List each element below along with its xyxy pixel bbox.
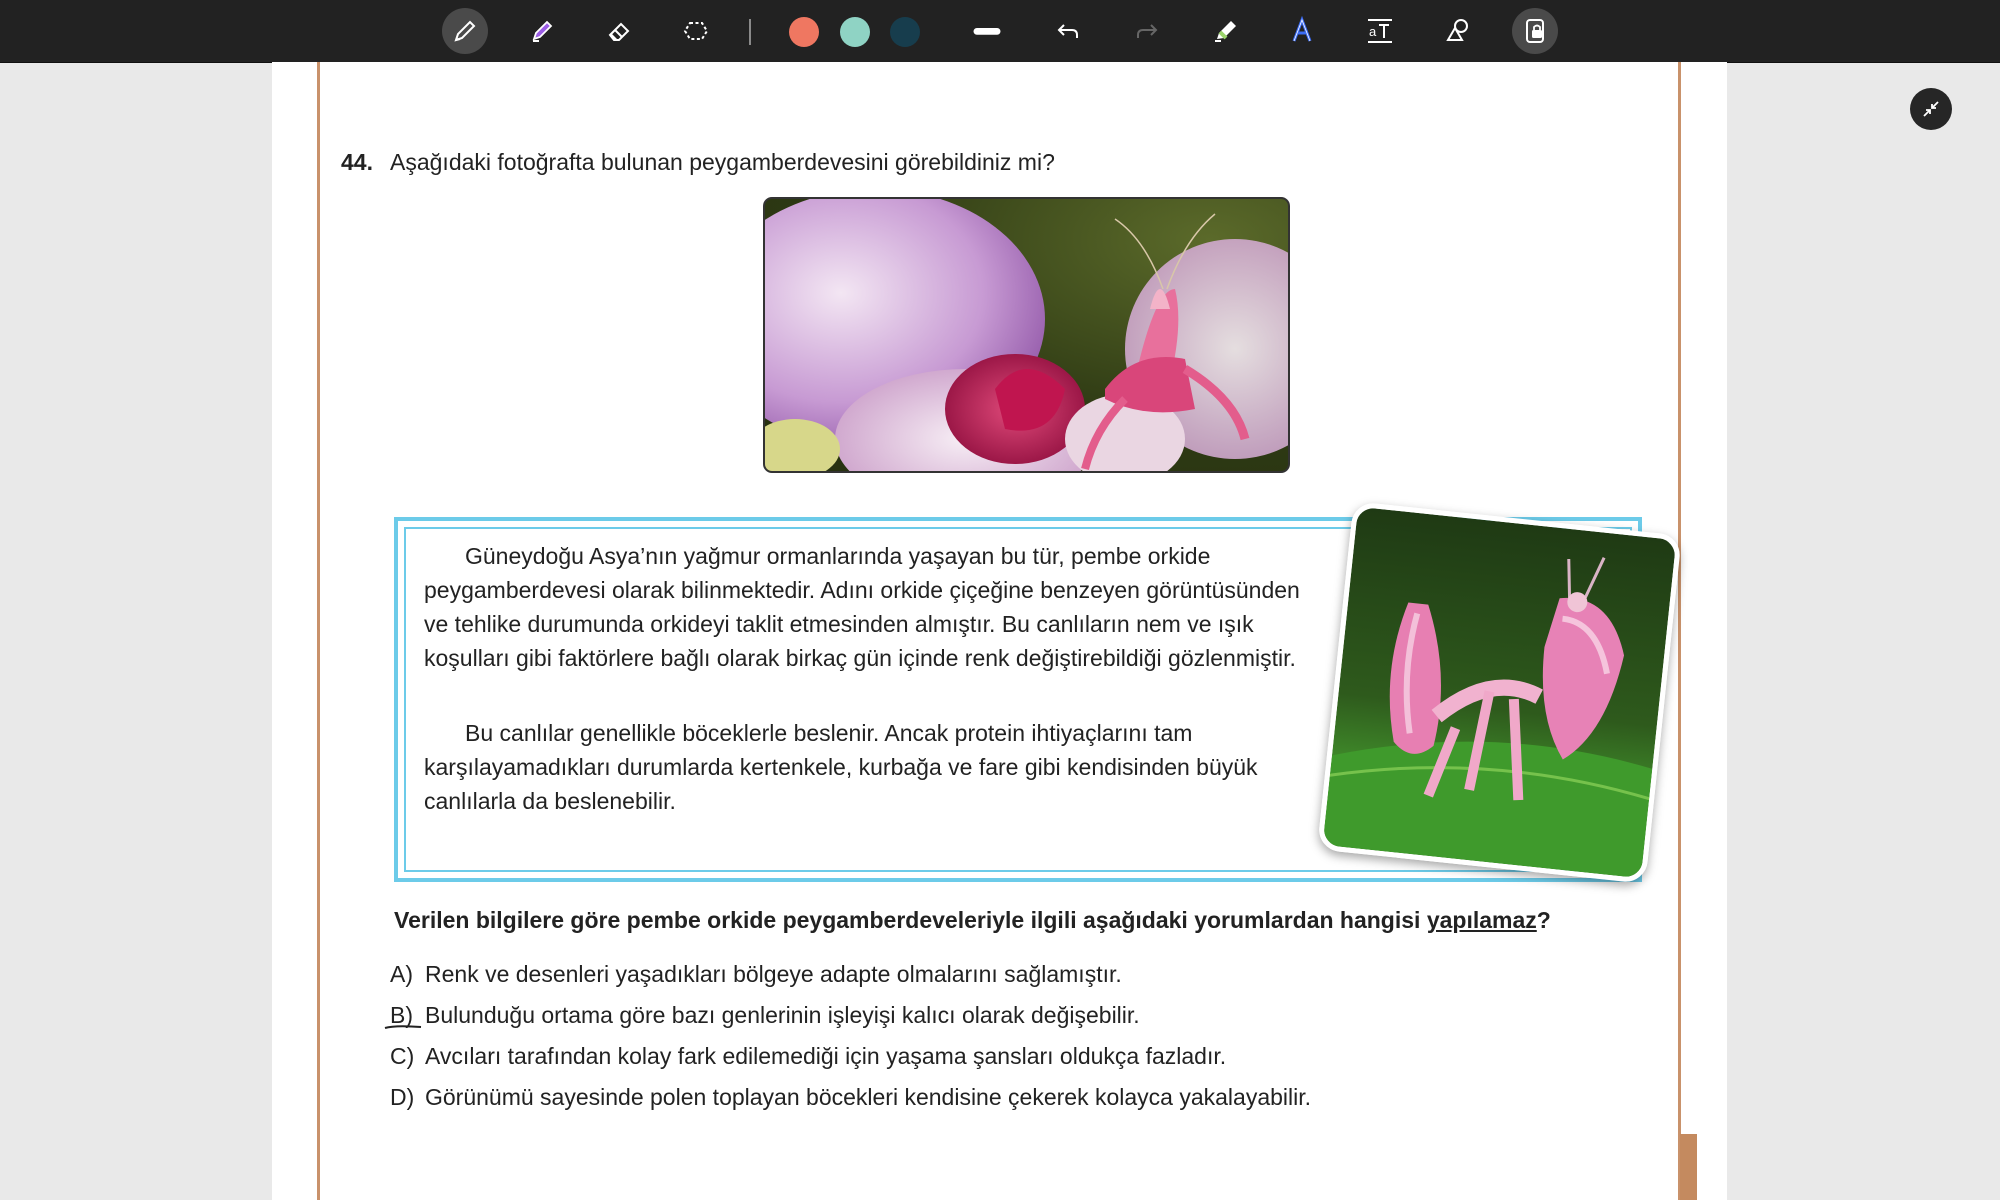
info-paragraph-1-text: Güneydoğu Asya’nın yağmur ormanlarında y…: [424, 543, 1300, 671]
pen-tool-button[interactable]: [442, 8, 488, 54]
text-size-button[interactable]: a: [1357, 8, 1403, 54]
marker-tool-button[interactable]: [1203, 8, 1249, 54]
lock-icon: [1526, 19, 1544, 43]
highlighter-tool-button[interactable]: [519, 8, 565, 54]
stroke-width-icon: [973, 28, 1001, 35]
pen-icon: [454, 20, 476, 42]
option-text: Bulunduğu ortama göre bazı genlerinin iş…: [425, 1002, 1140, 1028]
undo-icon: [1057, 24, 1078, 38]
annotation-toolbar: a: [0, 0, 2000, 63]
page-border-right: [1678, 62, 1681, 1200]
info-paragraph-1: Güneydoğu Asya’nın yağmur ormanlarında y…: [424, 539, 1304, 675]
lasso-icon: [683, 22, 709, 40]
stroke-width-button[interactable]: [963, 8, 1011, 54]
option-c[interactable]: C) Avcıları tarafından kolay fark edileme…: [390, 1043, 1226, 1070]
prompt-main-text: Verilen bilgilere göre pembe orkide peyg…: [394, 907, 1427, 933]
toolbar-divider: [749, 19, 751, 45]
color-swatch-mint[interactable]: [840, 17, 870, 47]
shapes-icon: [1446, 19, 1468, 41]
question-text: Aşağıdaki fotoğrafta bulunan peygamberde…: [390, 149, 1055, 175]
question-number: 44.: [341, 149, 373, 175]
marker-icon: [1215, 21, 1236, 42]
orchid-mantis-photo: [763, 197, 1290, 473]
page-border-left: [317, 62, 320, 1200]
option-text: Görünümü sayesinde polen toplayan böcekl…: [425, 1084, 1312, 1110]
option-letter: C): [390, 1043, 415, 1069]
color-swatch-navy[interactable]: [890, 17, 920, 47]
handwritten-underline-mark: [384, 1025, 422, 1029]
text-style-icon: [1292, 16, 1312, 42]
pink-mantis-photo: [1317, 501, 1682, 884]
option-letter: A): [390, 961, 413, 987]
eraser-tool-button[interactable]: [596, 8, 642, 54]
highlighter-icon: [532, 20, 553, 42]
undo-button[interactable]: [1045, 8, 1091, 54]
option-text: Renk ve desenleri yaşadıkları bölgeye ad…: [425, 961, 1122, 987]
exit-fullscreen-button[interactable]: [1910, 88, 1952, 130]
info-paragraph-2-text: Bu canlılar genellikle böceklerle beslen…: [424, 720, 1258, 814]
option-b[interactable]: B) Bulunduğu ortama göre bazı genlerinin …: [390, 1002, 1140, 1029]
mantis-photo-frame: [1317, 501, 1682, 884]
prompt-emphasis: yapılamaz: [1426, 907, 1537, 933]
redo-button[interactable]: [1124, 8, 1170, 54]
prompt-end: ?: [1536, 907, 1551, 933]
page-edge-tab: [1680, 1134, 1697, 1200]
info-paragraph-2: Bu canlılar genellikle böceklerle beslen…: [424, 716, 1304, 818]
lasso-tool-button[interactable]: [673, 8, 719, 54]
text-style-button[interactable]: [1279, 8, 1325, 54]
text-size-icon: a: [1368, 19, 1392, 43]
option-letter: D): [390, 1084, 415, 1110]
svg-text:a: a: [1369, 24, 1377, 39]
option-text: Avcıları tarafından kolay fark edilemedi…: [425, 1043, 1227, 1069]
orchid-illustration: [765, 199, 1288, 471]
mantis-illustration: [1322, 557, 1653, 879]
color-swatch-coral[interactable]: [789, 17, 819, 47]
lock-button[interactable]: [1512, 8, 1558, 54]
option-d[interactable]: D) Görünümü sayesinde polen toplayan böce…: [390, 1084, 1311, 1111]
question-prompt: Verilen bilgilere göre pembe orkide peyg…: [394, 907, 1551, 934]
option-a[interactable]: A) Renk ve desenleri yaşadıkları bölgeye …: [390, 961, 1122, 988]
eraser-icon: [608, 22, 630, 41]
shapes-button[interactable]: [1435, 8, 1481, 54]
collapse-icon: [1923, 101, 1939, 117]
redo-icon: [1137, 24, 1158, 38]
